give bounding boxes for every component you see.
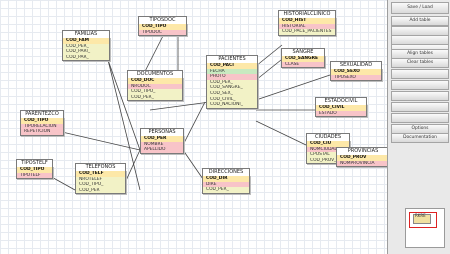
table-historialclinico[interactable]: HISTORIALCLINICO COD_HIST HISTORIAL COD_… — [278, 10, 336, 36]
panel-button[interactable] — [391, 91, 449, 101]
table-title: CIUDADES — [306, 133, 350, 141]
relation-line — [255, 120, 307, 146]
clear-tables-button[interactable]: Clear tables — [391, 58, 449, 68]
table-field: COD_PACE_PACIENTES — [279, 29, 335, 35]
table-field: CLASE — [282, 61, 324, 68]
table-tipostelf[interactable]: TIPOSTELF COD_TIPO TIPOTELF — [16, 159, 53, 180]
table-title: FAMILIAS — [62, 30, 110, 38]
save-load-button[interactable]: Save / Load — [391, 2, 449, 14]
panel-button[interactable] — [391, 80, 449, 90]
table-title: PACIENTES — [206, 55, 258, 63]
table-tiposdoc[interactable]: TIPOSDOC COD_TIPO TIPODOC — [138, 16, 187, 37]
table-parentezco[interactable]: PARENTEZCO COD_TIPO TIPORELACION REPETIC… — [20, 110, 64, 136]
table-title: PERSONAS — [140, 128, 184, 136]
table-field: TIPOSEXO — [331, 74, 381, 81]
table-field: ESTADO — [316, 110, 366, 117]
relation-line — [149, 101, 211, 111]
table-field: APELLIDO — [141, 147, 183, 153]
table-title: DIRECCIONES — [202, 168, 250, 176]
table-title: TIPOSDOC — [138, 16, 187, 24]
table-field: COD_NACIONI_ — [207, 102, 257, 108]
table-title: HISTORIALCLINICO — [278, 10, 336, 18]
table-field: TIPOTELF — [17, 172, 52, 179]
table-title: SEXUALIDAD — [330, 61, 382, 69]
table-sexualidad[interactable]: SEXUALIDAD COD_SEXO TIPOSEXO — [330, 61, 382, 82]
table-field: COD_PER — [76, 187, 125, 194]
table-title: PROVINCIAS — [336, 147, 390, 155]
table-provincias[interactable]: PROVINCIAS COD_PROV NOMPROVINCIA — [336, 147, 390, 168]
panel-button[interactable] — [391, 102, 449, 112]
documentation-button[interactable]: Documentation — [391, 133, 449, 143]
minimap[interactable]: RKRE — [405, 208, 445, 248]
table-field: COD_PER_ — [203, 187, 249, 193]
table-field: REPETICION — [21, 129, 63, 135]
table-field: NOMPROVINCIA — [337, 160, 389, 167]
relation-line — [182, 101, 206, 146]
table-title: SANGRE — [281, 48, 325, 56]
table-direcciones[interactable]: DIRECCIONES COD_DIR DIRE COD_PER_ — [202, 168, 250, 194]
table-pacientes[interactable]: PACIENTES COD_PACI FECHA PHOTO COD_PER_ … — [206, 55, 258, 109]
table-documentos[interactable]: DOCUMENTOS COD_DOC NRODOC COD_TIPO_ COD_… — [127, 70, 183, 102]
table-familias[interactable]: FAMILIAS COD_FAM COD_PER_ COD_PARI_ COD_… — [62, 30, 110, 62]
table-title: TIPOSTELF — [16, 159, 53, 167]
diagram-canvas[interactable]: FAMILIAS COD_FAM COD_PER_ COD_PARI_ COD_… — [0, 0, 450, 254]
table-personas[interactable]: PERSONAS COD_PER NOMBRE APELLIDO — [140, 128, 184, 154]
table-field: TIPODOC — [139, 29, 186, 36]
table-title: PARENTEZCO — [20, 110, 64, 118]
add-table-button[interactable]: Add table — [391, 16, 449, 26]
table-field: COD_PAR_ — [63, 54, 109, 61]
table-title: ESTADOCIVIL — [315, 97, 367, 105]
minimap-viewport[interactable] — [409, 212, 437, 228]
table-field: COD_SANGRE — [282, 56, 324, 62]
relation-line — [255, 44, 283, 67]
table-title: TELEFONOS — [75, 163, 126, 171]
panel-button[interactable] — [391, 113, 449, 123]
table-sangre[interactable]: SANGRE COD_SANGRE CLASE — [281, 48, 325, 69]
table-field: COD_PER_ — [128, 94, 182, 101]
table-title: DOCUMENTOS — [127, 70, 183, 78]
panel-button[interactable] — [391, 69, 449, 79]
table-telefonos[interactable]: TELEFONOS COD_TELF NROTELEF COD_TIPO_ CO… — [75, 163, 126, 195]
table-estadocivil[interactable]: ESTADOCIVIL COD_CIVIL ESTADO — [315, 97, 367, 118]
